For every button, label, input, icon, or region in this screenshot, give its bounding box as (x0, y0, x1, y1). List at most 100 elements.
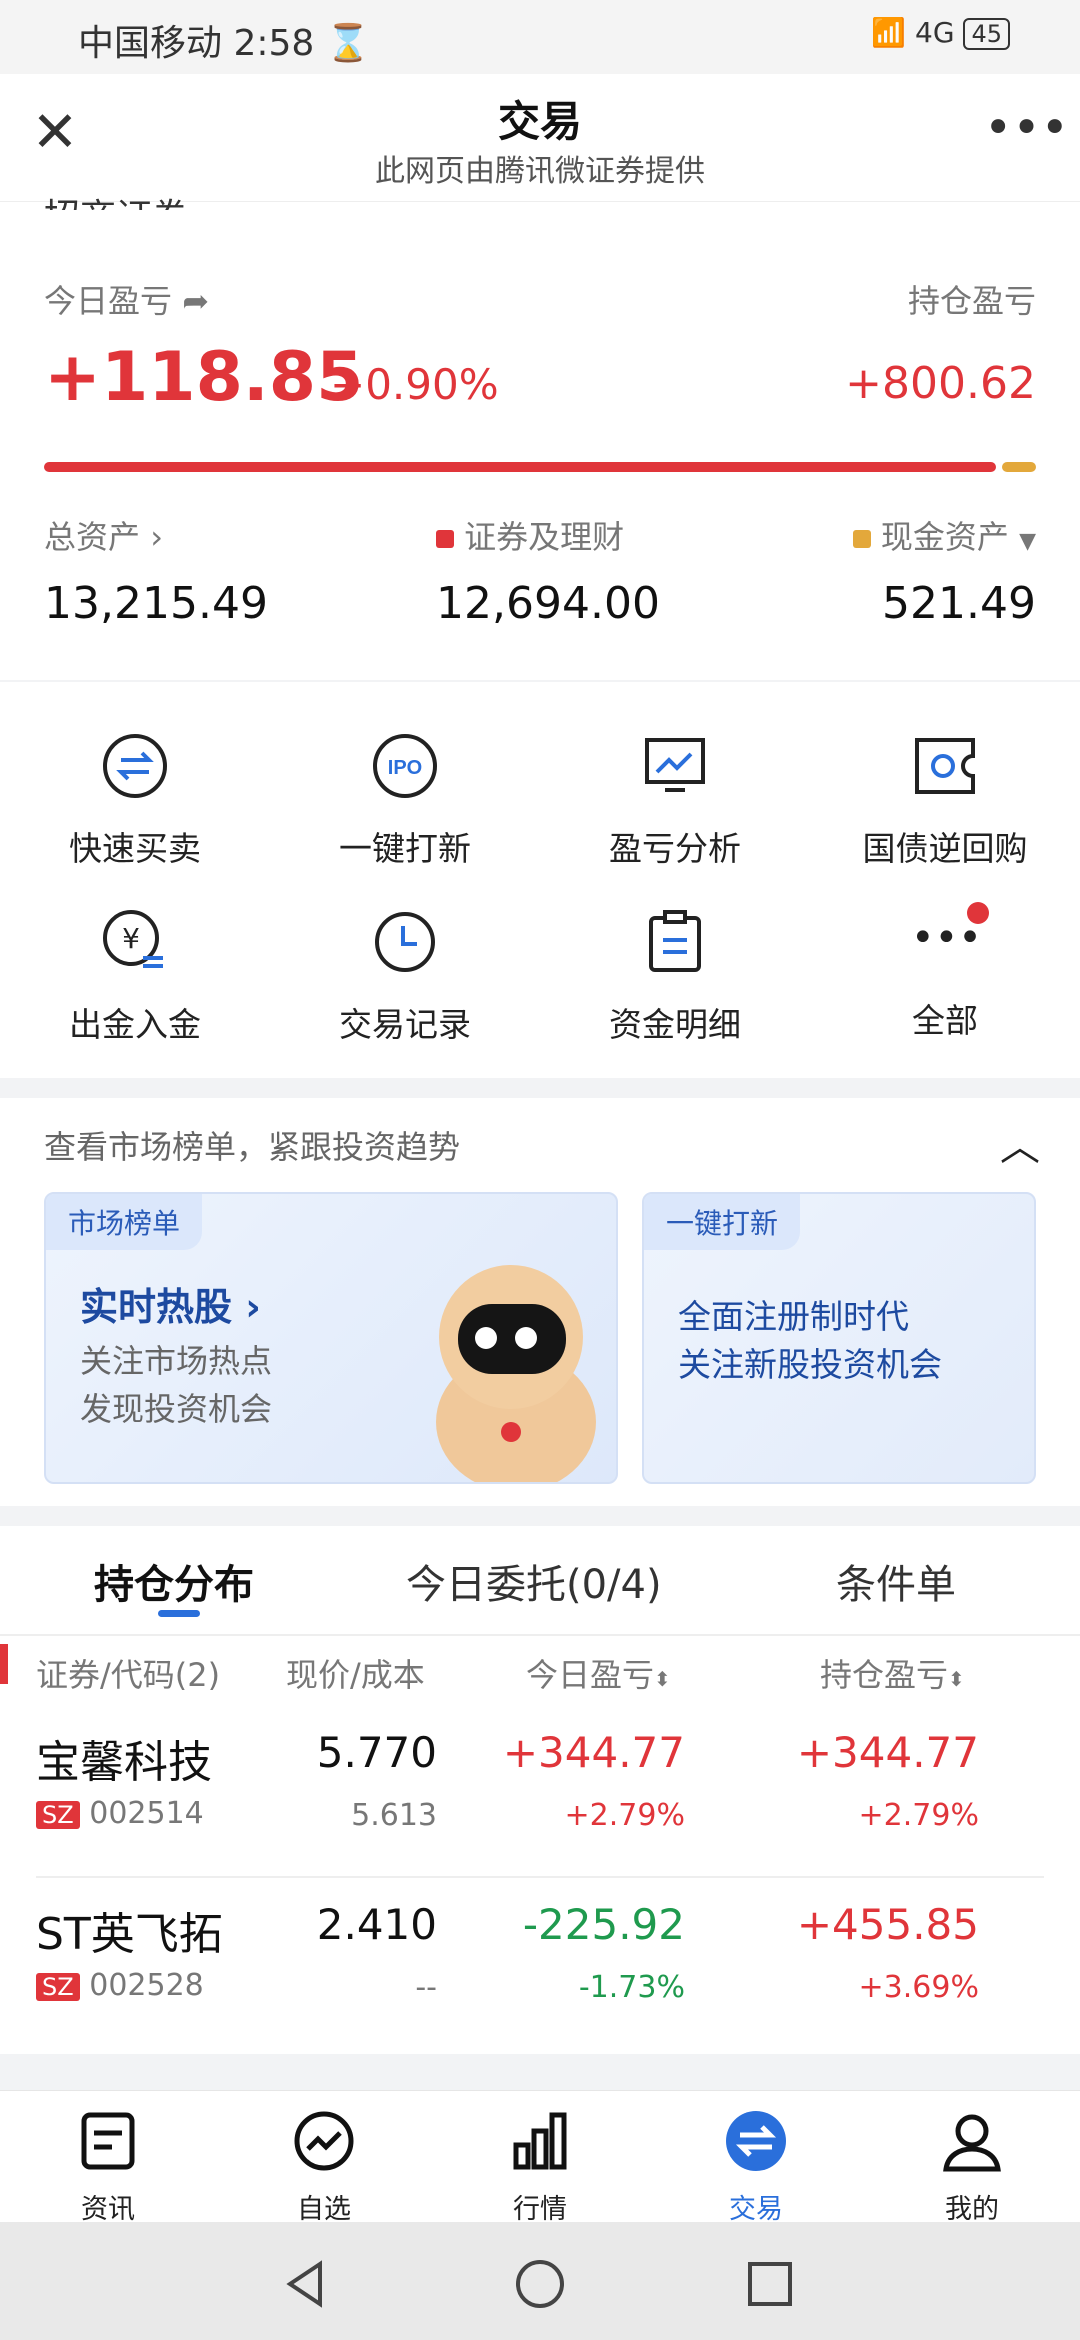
repo-icon (915, 738, 975, 794)
card-line1: 关注市场热点 (80, 1342, 273, 1380)
clipboard-icon (649, 910, 701, 972)
col-header-security: 证券/代码(2) (36, 1656, 221, 1694)
today-pnl: +344.77 (502, 1728, 685, 1777)
trend-icon (294, 2111, 354, 2171)
svg-text:IPO: IPO (388, 757, 422, 779)
positions-section: 持仓分布 今日委托(0/4) 条件单 证券/代码(2) 现价/成本 今日盈亏⬍ … (0, 1526, 1080, 2054)
nav-label: 交易 (729, 2194, 783, 2225)
recents-icon[interactable] (744, 2258, 796, 2310)
page-title: 交易 (497, 97, 582, 146)
stock-name: 宝馨科技 (36, 1737, 212, 1788)
grid-label: 快速买卖 (69, 829, 201, 868)
hold-pnl-pct: +2.79% (858, 1798, 979, 1833)
grid-item-all[interactable]: ••• 全部 (810, 902, 1080, 1042)
wifi-icon: 📶 (871, 16, 907, 49)
hold-pnl: +455.85 (796, 1900, 979, 1949)
nav-watchlist[interactable]: 自选 (234, 2109, 414, 2226)
chart-icon (645, 738, 705, 792)
hold-pnl-value: +800.62 (845, 358, 1036, 409)
securities-label: 证券及理财 (436, 512, 624, 558)
notification-dot (967, 902, 989, 924)
grid-label: 盈亏分析 (609, 829, 741, 868)
card-line2: 发现投资机会 (80, 1390, 273, 1428)
grid-item-pnl-analysis[interactable]: 盈亏分析 (540, 732, 810, 870)
carrier: 中国移动 (78, 23, 223, 64)
grid-label: 一键打新 (339, 829, 471, 868)
title-bar: ✕ 交易 此网页由腾讯微证券提供 ••• (0, 74, 1080, 202)
back-icon[interactable] (280, 2258, 332, 2310)
collapse-icon[interactable]: ︿ (1000, 1114, 1040, 1172)
nav-label: 自选 (297, 2194, 351, 2225)
col-header-hold-pnl[interactable]: 持仓盈亏⬍ (820, 1650, 965, 1696)
grid-item-repo[interactable]: 国债逆回购 (810, 732, 1080, 870)
marker (0, 1644, 8, 1684)
market-tag: SZ (36, 1800, 80, 1829)
total-assets-label[interactable]: 总资产 › (44, 512, 163, 558)
nav-trade[interactable]: 交易 (666, 2109, 846, 2226)
table-row[interactable]: 宝馨科技 SZ 002514 5.770 5.613 +344.77 +2.79… (0, 1706, 1080, 1878)
today-pnl-value: +118.85 (44, 338, 364, 417)
hot-stocks-card[interactable]: 市场榜单 实时热股 › 关注市场热点 发现投资机会 (44, 1192, 618, 1484)
nav-label: 资讯 (81, 2194, 135, 2225)
tab-today-orders[interactable]: 今日委托(0/4) (406, 1552, 662, 1610)
market-section: 查看市场榜单，紧跟投资趋势 ︿ 市场榜单 实时热股 › 关注市场热点 发现投资机… (0, 1098, 1080, 1506)
grid-item-trade-record[interactable]: 交易记录 (270, 908, 540, 1046)
card-line2: 关注新股投资机会 (678, 1345, 942, 1384)
tab-active-indicator (158, 1610, 200, 1617)
card-tag: 一键打新 (644, 1194, 801, 1250)
card-line1: 全面注册制时代 (678, 1297, 909, 1336)
tab-conditional-orders[interactable]: 条件单 (836, 1552, 956, 1610)
clock: 2:58 (233, 23, 315, 64)
stock-cost: -- (415, 1970, 437, 2005)
grid-item-funds-detail[interactable]: 资金明细 (540, 908, 810, 1046)
grid-item-quick-trade[interactable]: 快速买卖 (0, 732, 270, 870)
table-row[interactable]: ST英飞拓 SZ 002528 2.410 -- -225.92 -1.73% … (0, 1878, 1080, 2050)
grid-item-ipo[interactable]: IPO 一键打新 (270, 732, 540, 870)
divider (0, 1634, 1080, 1636)
nav-market[interactable]: 行情 (450, 2109, 630, 2226)
sort-icon: ⬍ (654, 1667, 671, 1691)
network-type: 4G (915, 16, 955, 49)
hourglass-icon: ⌛ (325, 23, 371, 64)
cash-bar-segment (1002, 462, 1036, 472)
yuan-transfer-icon: ¥ (103, 910, 163, 968)
sort-icon: ⬍ (948, 1667, 965, 1691)
nav-label: 行情 (513, 2194, 567, 2225)
hold-pnl-pct: +3.69% (858, 1970, 979, 2005)
grid-label: 资金明细 (609, 1005, 741, 1044)
asset-ratio-bar (44, 462, 1036, 472)
clock-icon (375, 912, 435, 972)
grid-item-deposit[interactable]: ¥ 出金入金 (0, 908, 270, 1046)
more-icon: ••• (911, 902, 989, 976)
dropdown-icon: ▼ (1019, 529, 1036, 554)
total-assets-value: 13,215.49 (44, 578, 268, 629)
more-menu-icon[interactable]: ••• (984, 100, 1069, 160)
grid-label: 国债逆回购 (862, 829, 1028, 868)
tab-positions[interactable]: 持仓分布 (94, 1552, 254, 1610)
broker-name: 招商证券 (44, 188, 188, 210)
status-bar: 中国移动 2:58 ⌛ 📶 4G 45 (0, 0, 1080, 74)
bars-icon (513, 2112, 567, 2170)
market-tag: SZ (36, 1972, 80, 2001)
card-title: 实时热股 › (80, 1285, 261, 1329)
securities-value: 12,694.00 (436, 578, 660, 629)
today-pnl-pct: -1.73% (578, 1970, 685, 2005)
card-tag: 市场榜单 (46, 1194, 203, 1250)
today-pnl-percent: +0.90% (330, 360, 499, 409)
stock-code: SZ 002528 (36, 1968, 204, 2003)
share-icon[interactable]: ➦ (182, 282, 209, 320)
nav-profile[interactable]: 我的 (882, 2109, 1062, 2226)
stock-price: 5.770 (316, 1728, 437, 1777)
col-header-today-pnl[interactable]: 今日盈亏⬍ (526, 1650, 671, 1696)
grid-label: 出金入金 (69, 1005, 201, 1044)
page-subtitle: 此网页由腾讯微证券提供 (375, 154, 705, 189)
ipo-card[interactable]: 一键打新 全面注册制时代 关注新股投资机会 (642, 1192, 1036, 1484)
cash-label[interactable]: 现金资产 ▼ (852, 512, 1036, 558)
nav-news[interactable]: 资讯 (18, 2109, 198, 2226)
swap-icon (103, 734, 167, 798)
market-header: 查看市场榜单，紧跟投资趋势 (44, 1128, 461, 1166)
battery-icon: 45 (963, 18, 1010, 50)
trade-icon (726, 2111, 786, 2171)
today-pnl-label[interactable]: 今日盈亏 ➦ (44, 276, 209, 322)
home-icon[interactable] (514, 2258, 566, 2310)
